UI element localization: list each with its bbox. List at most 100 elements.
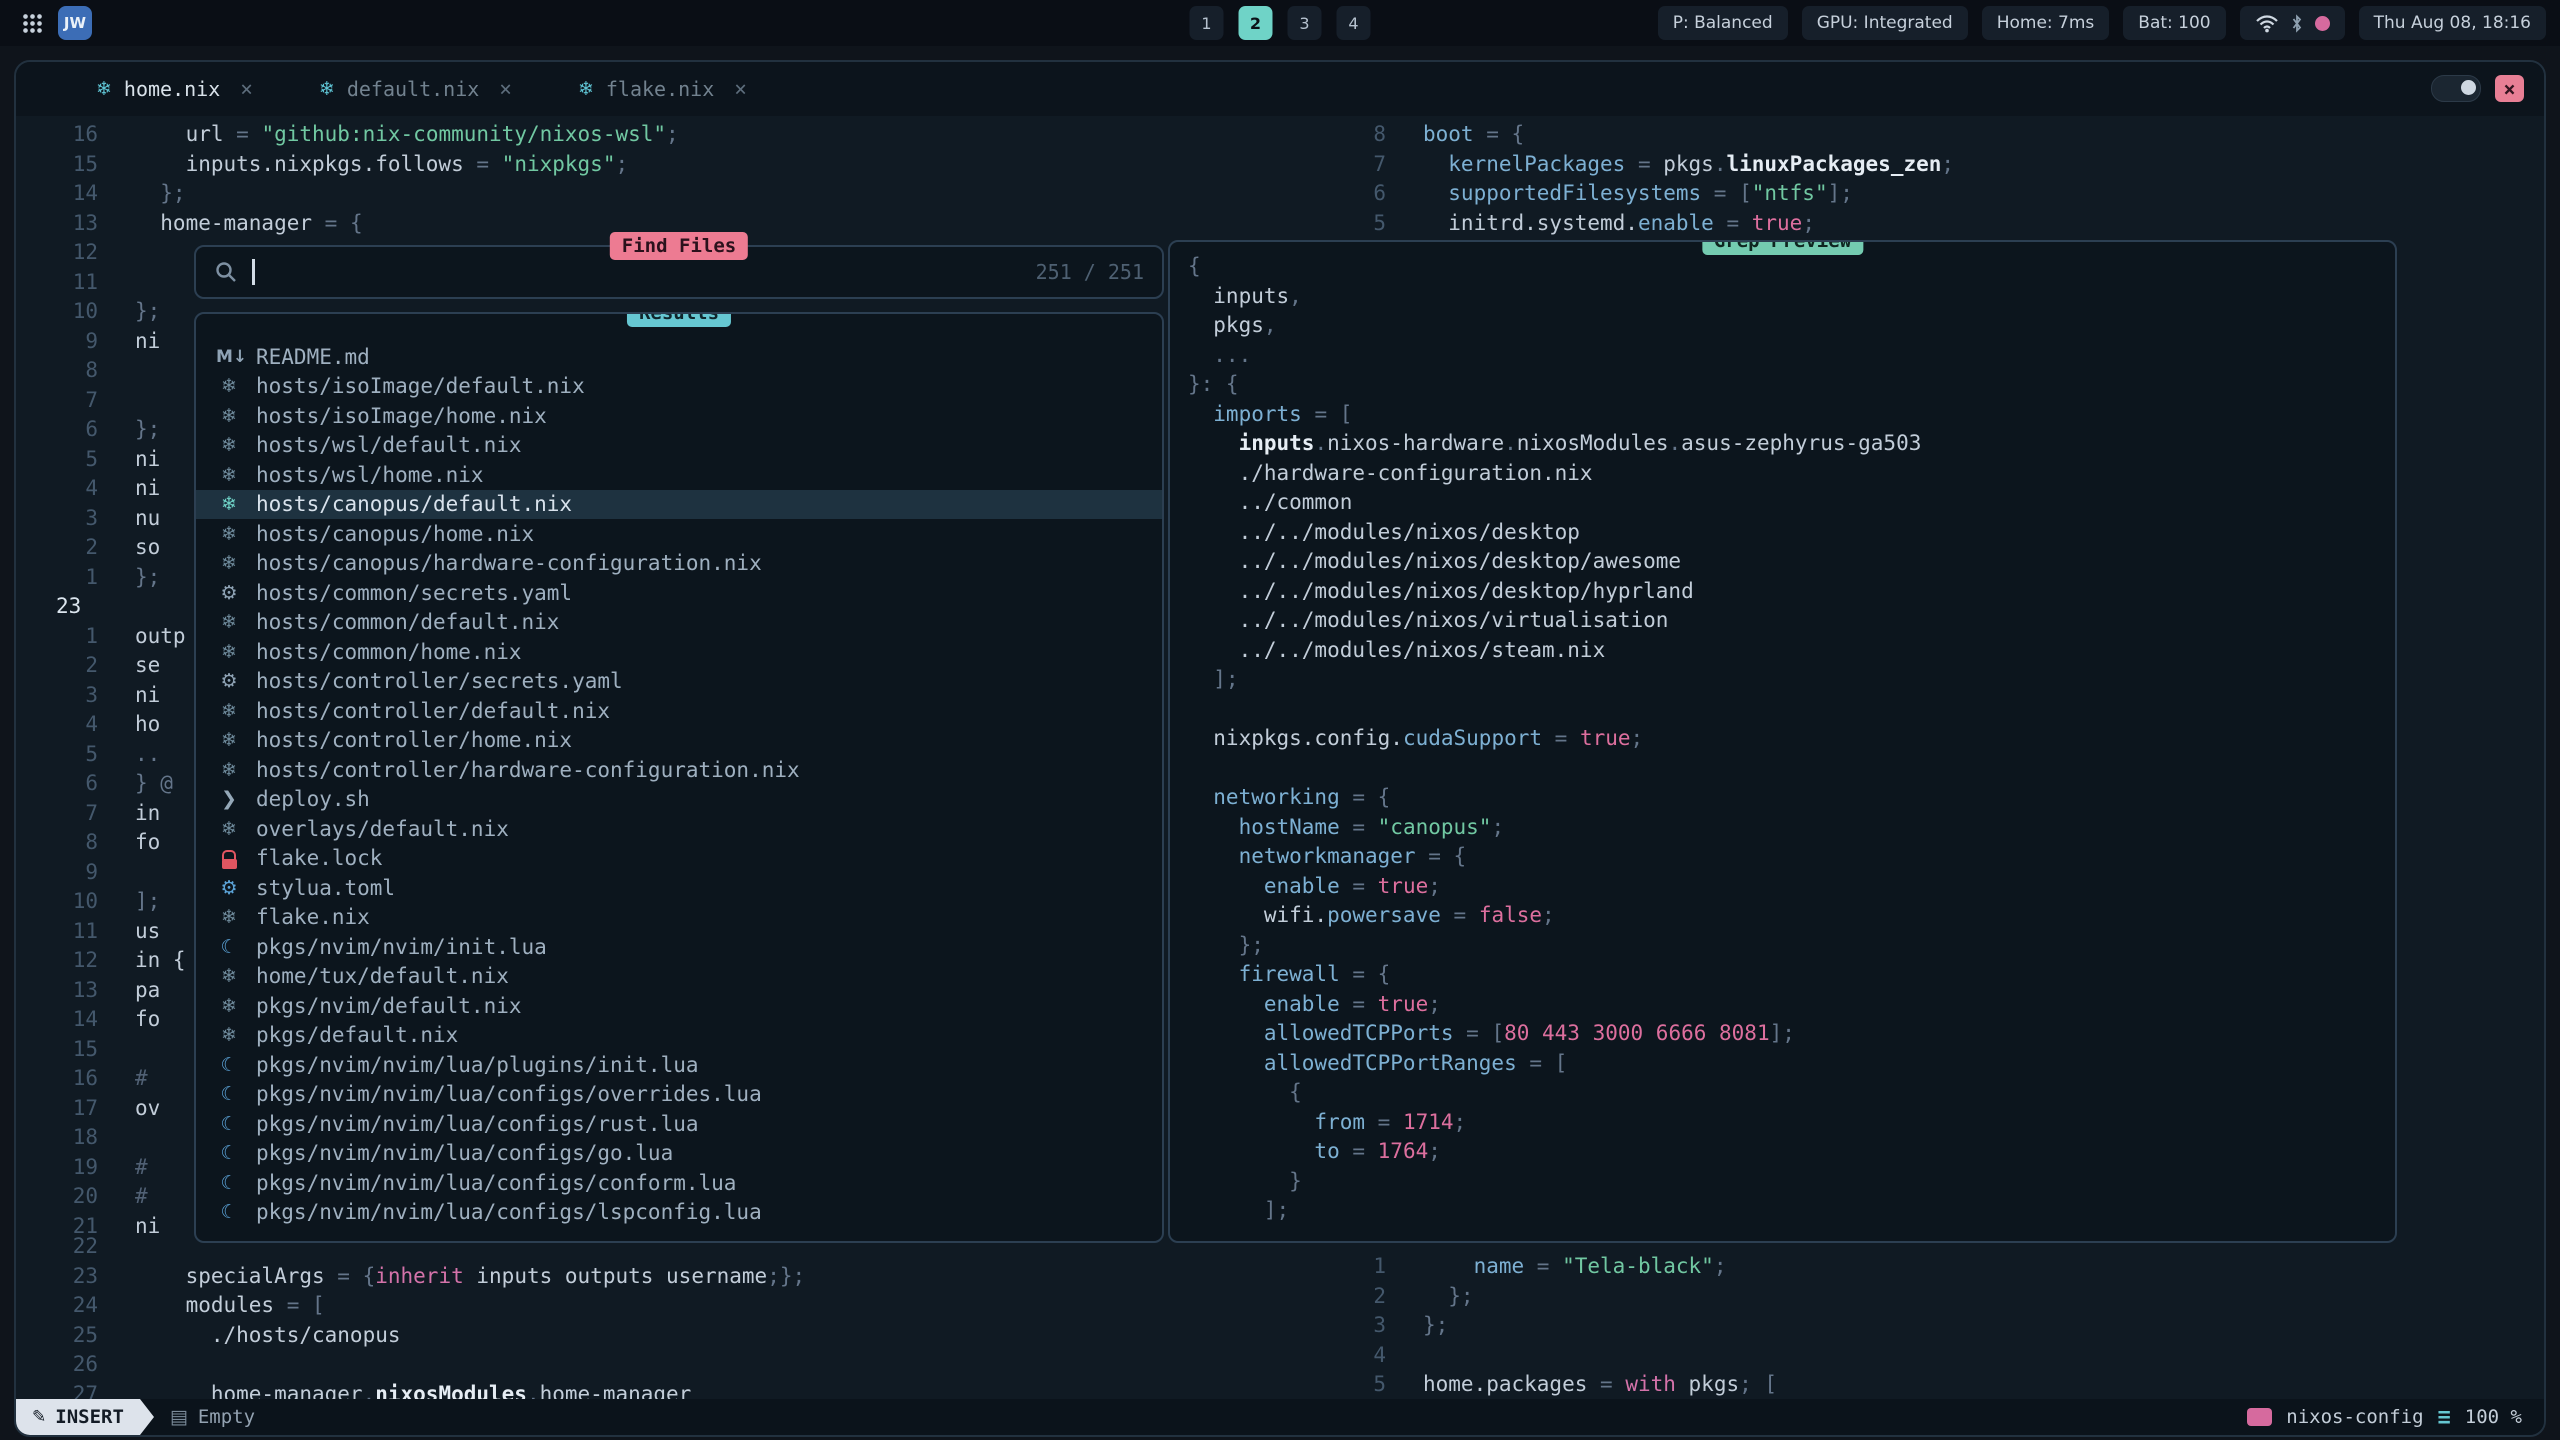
code-line[interactable] [1188, 695, 2395, 725]
code-line[interactable]: 2 }; [1346, 1282, 2546, 1312]
code-line[interactable]: 24 modules = [ [16, 1291, 1356, 1321]
code-line[interactable]: firewall = { [1188, 960, 2395, 990]
result-item[interactable]: ❄flake.nix [196, 903, 1162, 933]
workspace-button-1[interactable]: 1 [1190, 6, 1224, 40]
bluetooth-icon[interactable] [2291, 14, 2303, 33]
tray-chip[interactable] [2240, 6, 2345, 40]
workspace-button-3[interactable]: 3 [1288, 6, 1322, 40]
window-toggle[interactable] [2431, 75, 2481, 102]
code-line[interactable]: 5home.packages = with pkgs; [ [1346, 1370, 2546, 1400]
code-line[interactable]: ../../modules/nixos/steam.nix [1188, 636, 2395, 666]
result-item[interactable]: ☾pkgs/nvim/nvim/lua/configs/go.lua [196, 1139, 1162, 1169]
workspace-button-2[interactable]: 2 [1239, 6, 1273, 40]
result-item[interactable]: ❄pkgs/nvim/default.nix [196, 991, 1162, 1021]
result-item[interactable]: ❄hosts/isoImage/home.nix [196, 401, 1162, 431]
result-item[interactable]: ❯deploy.sh [196, 785, 1162, 815]
code-line[interactable]: enable = true; [1188, 872, 2395, 902]
result-item[interactable]: ❄hosts/canopus/home.nix [196, 519, 1162, 549]
code-line[interactable]: allowedTCPPorts = [80 443 3000 6666 8081… [1188, 1019, 2395, 1049]
code-line[interactable]: 26 [16, 1350, 1356, 1380]
code-line[interactable]: ../../modules/nixos/desktop [1188, 518, 2395, 548]
workspace-button-4[interactable]: 4 [1337, 6, 1371, 40]
code-line[interactable]: 5 initrd.systemd.enable = true; [1346, 209, 2546, 239]
result-item[interactable]: ☾pkgs/nvim/nvim/init.lua [196, 932, 1162, 962]
code-line[interactable] [1188, 754, 2395, 784]
code-line[interactable]: 23 specialArgs = {inherit inputs outputs… [16, 1262, 1356, 1292]
result-item[interactable]: ❄hosts/controller/default.nix [196, 696, 1162, 726]
code-line[interactable]: }; [1188, 931, 2395, 961]
code-line[interactable]: allowedTCPPortRanges = [ [1188, 1049, 2395, 1079]
result-item[interactable]: ☾pkgs/nvim/nvim/lua/configs/overrides.lu… [196, 1080, 1162, 1110]
code-line[interactable]: 6 supportedFilesystems = ["ntfs"]; [1346, 179, 2546, 209]
lua-file-icon: ☾ [216, 1201, 242, 1223]
code-line[interactable]: { [1188, 1078, 2395, 1108]
code-line[interactable]: ]; [1188, 1196, 2395, 1226]
result-item[interactable]: flake.lock [196, 844, 1162, 874]
window-close-button[interactable]: × [2495, 75, 2524, 102]
result-item[interactable]: ❄hosts/isoImage/default.nix [196, 372, 1162, 402]
result-item[interactable]: ❄hosts/canopus/default.nix [196, 490, 1162, 520]
result-item[interactable]: ❄hosts/canopus/hardware-configuration.ni… [196, 549, 1162, 579]
code-line[interactable]: wifi.powersave = false; [1188, 901, 2395, 931]
result-item[interactable]: ❄hosts/controller/home.nix [196, 726, 1162, 756]
result-item[interactable]: ❄pkgs/default.nix [196, 1021, 1162, 1051]
code-line[interactable]: pkgs, [1188, 311, 2395, 341]
tab-home.nix[interactable]: ❄home.nix× [96, 77, 253, 101]
code-line[interactable]: networkmanager = { [1188, 842, 2395, 872]
code-line[interactable]: to = 1764; [1188, 1137, 2395, 1167]
result-item[interactable]: ❄hosts/common/home.nix [196, 637, 1162, 667]
result-item[interactable]: ☾pkgs/nvim/nvim/lua/configs/lspconfig.lu… [196, 1198, 1162, 1228]
code-line[interactable]: nixpkgs.config.cudaSupport = true; [1188, 724, 2395, 754]
result-item[interactable]: ❄home/tux/default.nix [196, 962, 1162, 992]
code-line[interactable]: ../../modules/nixos/virtualisation [1188, 606, 2395, 636]
code-line[interactable]: 3}; [1346, 1311, 2546, 1341]
code-line[interactable]: imports = [ [1188, 400, 2395, 430]
code-line[interactable]: ./hardware-configuration.nix [1188, 459, 2395, 489]
code-line[interactable]: 7 kernelPackages = pkgs.linuxPackages_ze… [1346, 150, 2546, 180]
code-text: outp [98, 622, 186, 652]
result-item[interactable]: ⚙stylua.toml [196, 873, 1162, 903]
result-item[interactable]: ☾pkgs/nvim/nvim/lua/configs/conform.lua [196, 1168, 1162, 1198]
result-item[interactable]: ❄overlays/default.nix [196, 814, 1162, 844]
result-item[interactable]: ☾pkgs/nvim/nvim/lua/configs/rust.lua [196, 1109, 1162, 1139]
accent-dot-icon[interactable] [2315, 16, 2330, 31]
lua-file-icon: ☾ [216, 1083, 242, 1105]
wifi-icon[interactable] [2255, 14, 2279, 33]
code-line[interactable]: 16 url = "github:nix-community/nixos-wsl… [16, 120, 1356, 150]
code-line[interactable]: 8boot = { [1346, 120, 2546, 150]
tab-close-icon[interactable]: × [499, 77, 512, 101]
code-line[interactable]: ... [1188, 341, 2395, 371]
code-line[interactable]: } [1188, 1167, 2395, 1197]
code-line[interactable]: ../../modules/nixos/desktop/hyprland [1188, 577, 2395, 607]
result-item[interactable]: ⚙hosts/controller/secrets.yaml [196, 667, 1162, 697]
result-item[interactable]: ❄hosts/common/default.nix [196, 608, 1162, 638]
result-item[interactable]: ☾pkgs/nvim/nvim/lua/plugins/init.lua [196, 1050, 1162, 1080]
result-item[interactable]: ⚙hosts/common/secrets.yaml [196, 578, 1162, 608]
code-line[interactable]: }: { [1188, 370, 2395, 400]
tab-default.nix[interactable]: ❄default.nix× [319, 77, 512, 101]
code-line[interactable]: enable = true; [1188, 990, 2395, 1020]
code-line[interactable]: { [1188, 252, 2395, 282]
result-item[interactable]: ❄hosts/controller/hardware-configuration… [196, 755, 1162, 785]
result-item[interactable]: M↓README.md [196, 342, 1162, 372]
code-line[interactable]: ]; [1188, 665, 2395, 695]
result-item[interactable]: ❄hosts/wsl/default.nix [196, 431, 1162, 461]
code-line[interactable]: hostName = "canopus"; [1188, 813, 2395, 843]
code-line[interactable]: 15 inputs.nixpkgs.follows = "nixpkgs"; [16, 150, 1356, 180]
code-line[interactable]: networking = { [1188, 783, 2395, 813]
code-line[interactable]: 25 ./hosts/canopus [16, 1321, 1356, 1351]
code-line[interactable]: 1 name = "Tela-black"; [1346, 1252, 2546, 1282]
code-line[interactable]: inputs.nixos-hardware.nixosModules.asus-… [1188, 429, 2395, 459]
logo-badge[interactable]: JW [58, 6, 92, 40]
app-launcher-icon[interactable] [22, 13, 43, 34]
code-line[interactable]: from = 1714; [1188, 1108, 2395, 1138]
code-line[interactable]: inputs, [1188, 282, 2395, 312]
tab-close-icon[interactable]: × [734, 77, 747, 101]
code-line[interactable]: ../common [1188, 488, 2395, 518]
code-line[interactable]: ../../modules/nixos/desktop/awesome [1188, 547, 2395, 577]
code-line[interactable]: 14 }; [16, 179, 1356, 209]
code-line[interactable]: 4 [1346, 1341, 2546, 1371]
tab-close-icon[interactable]: × [240, 77, 253, 101]
tab-flake.nix[interactable]: ❄flake.nix× [578, 77, 747, 101]
result-item[interactable]: ❄hosts/wsl/home.nix [196, 460, 1162, 490]
